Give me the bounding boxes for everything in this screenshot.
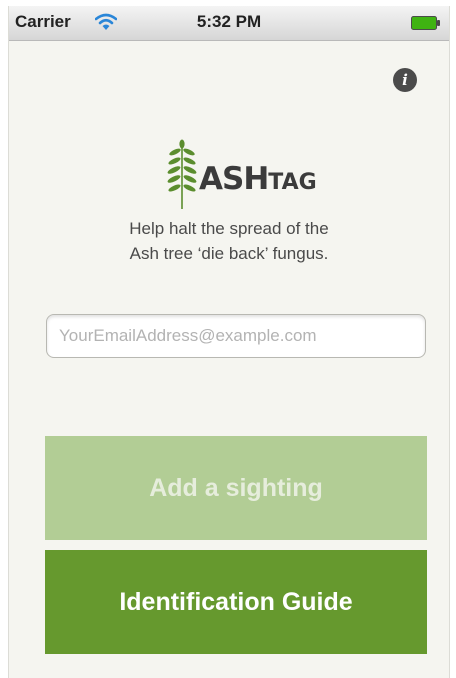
tagline-line-1: Help halt the spread of the [129, 219, 329, 238]
tagline-line-2: Ash tree ‘die back’ fungus. [129, 244, 329, 263]
email-field[interactable] [46, 314, 426, 358]
add-sighting-button[interactable]: Add a sighting [45, 436, 427, 540]
app-screen: Carrier 5:32 PM i ASHTAG Help halt the s… [8, 6, 450, 678]
info-icon[interactable]: i [393, 68, 417, 92]
logo-text-ash: ASH [199, 161, 269, 197]
logo-text-tag: TAG [268, 170, 317, 195]
clock: 5:32 PM [196, 12, 262, 31]
battery-icon [411, 16, 441, 35]
status-bar: Carrier 5:32 PM [9, 6, 449, 41]
logo-wordmark: ASHTAG [199, 161, 317, 197]
tagline: Help halt the spread of the Ash tree ‘di… [9, 216, 449, 266]
identification-guide-button[interactable]: Identification Guide [45, 550, 427, 654]
ash-leaf-icon [167, 139, 197, 216]
